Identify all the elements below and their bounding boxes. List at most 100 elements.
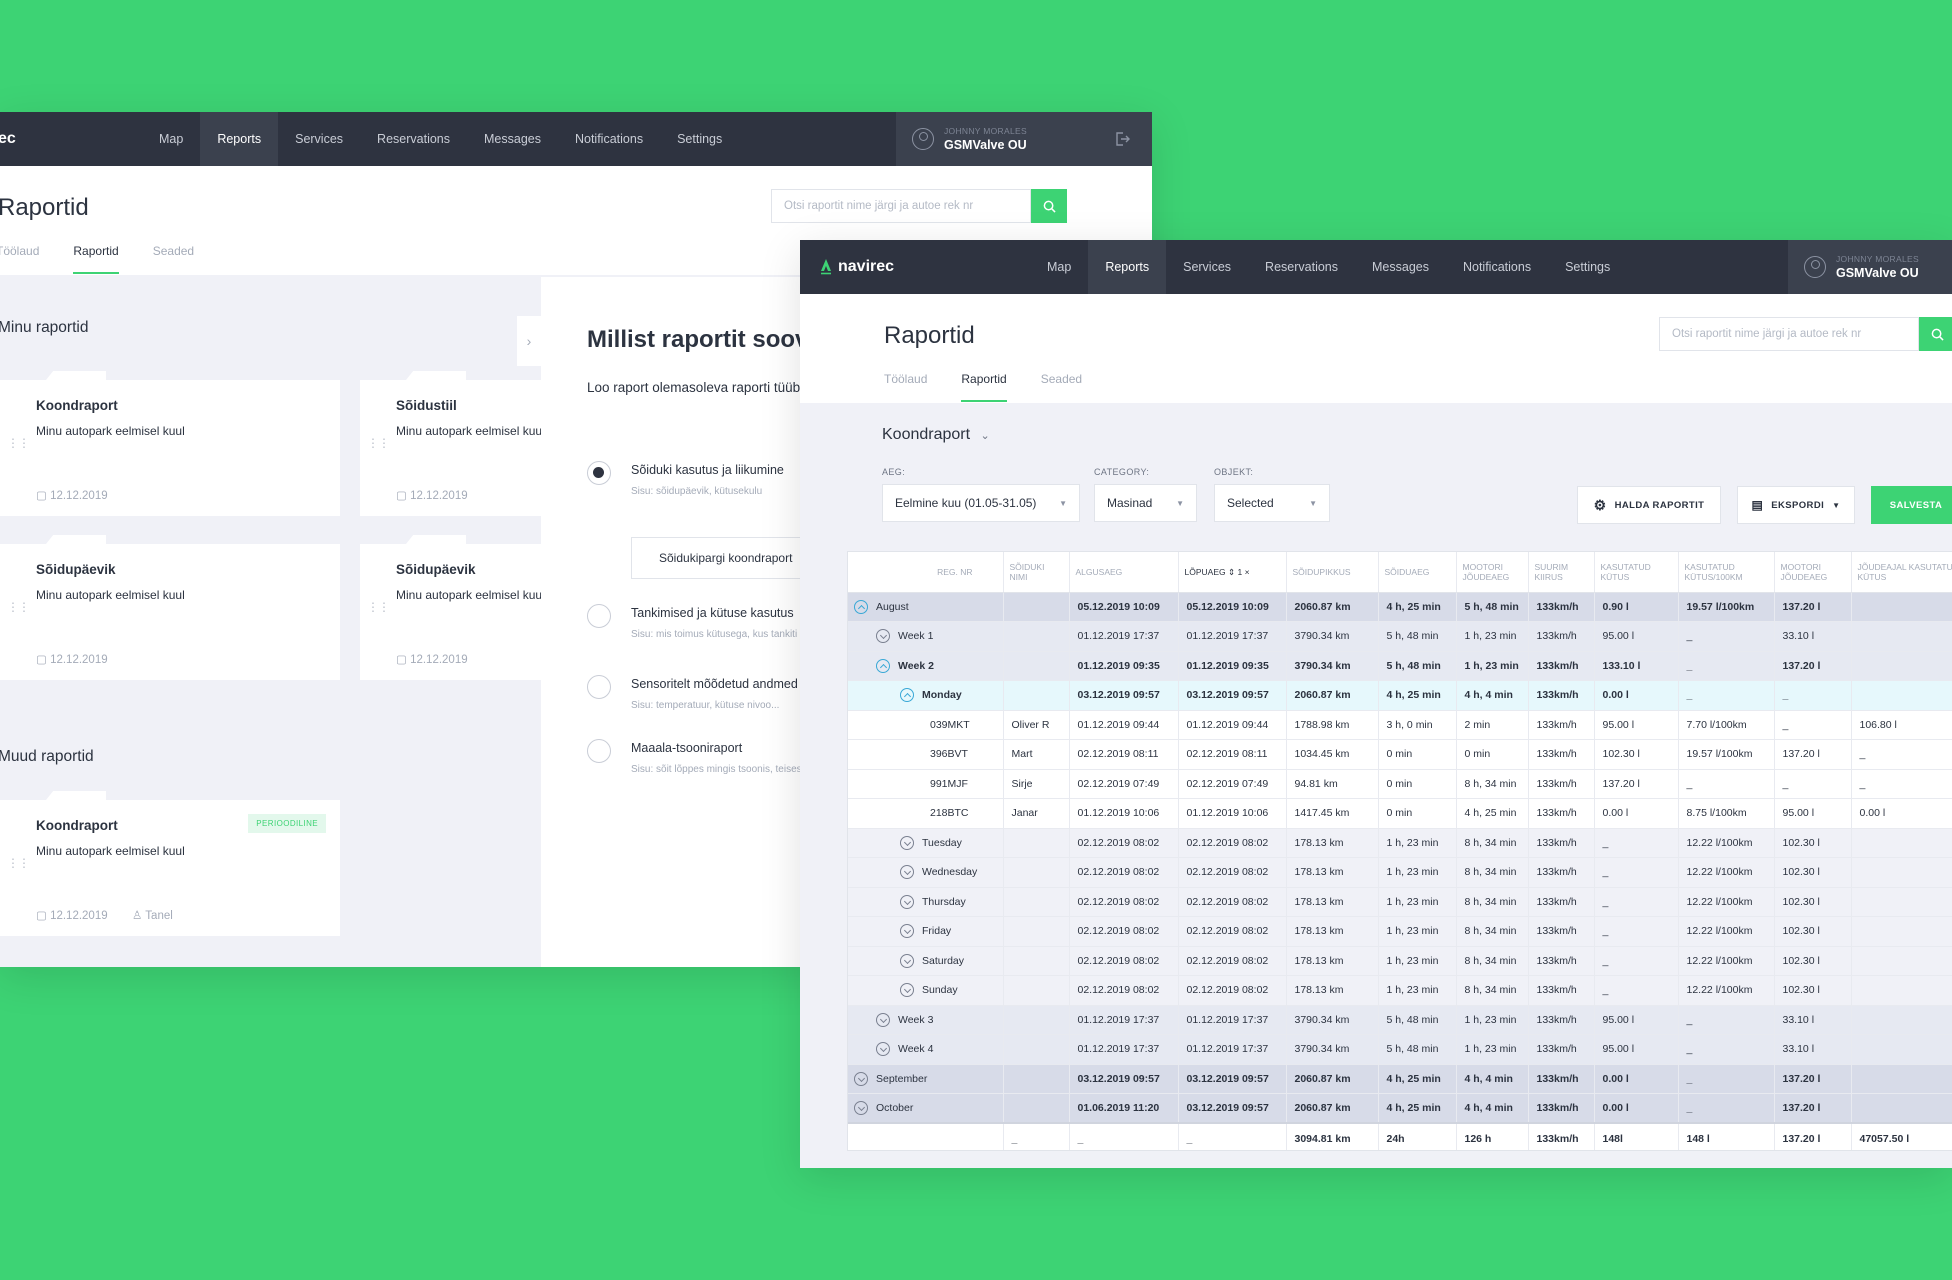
group-row[interactable]: Thursday 02.12.2019 08:02 02.12.2019 08:02… [848, 887, 1952, 917]
objekt-select[interactable]: Selected ▼ [1214, 484, 1330, 522]
nav-settings[interactable]: Settings [1548, 240, 1627, 294]
tab-toolaud[interactable]: Töölaud [884, 372, 927, 400]
drag-handle-icon[interactable]: ⋮⋮ [367, 436, 390, 450]
table-cell [1003, 857, 1070, 888]
radio-unchecked[interactable] [587, 675, 611, 699]
col-idle-time-2[interactable]: MOOTORI JÕUDEAEG [1774, 552, 1852, 593]
expand-toggle-icon[interactable] [854, 1101, 868, 1115]
drag-handle-icon[interactable]: ⋮⋮ [7, 436, 30, 450]
nav-reports[interactable]: Reports [200, 112, 279, 166]
expand-toggle-icon[interactable] [876, 1042, 890, 1057]
group-row[interactable]: Week 1 01.12.2019 17:37 01.12.2019 17:37 37… [848, 621, 1952, 652]
group-row[interactable]: September 03.12.2019 09:57 03.12.2019 09:5… [848, 1064, 1952, 1094]
user-menu[interactable]: JOHNNY MORALES GSMValve OU [896, 112, 1092, 166]
collapse-toggle-icon[interactable] [900, 688, 914, 703]
nav-notifications[interactable]: Notifications [1446, 240, 1548, 294]
drag-handle-icon[interactable]: ⋮⋮ [7, 600, 30, 614]
user-menu[interactable]: JOHNNY MORALES GSMValve OU [1788, 240, 1952, 294]
group-row[interactable]: Saturday 02.12.2019 08:02 02.12.2019 08:02… [848, 946, 1952, 976]
col-idle-fuel[interactable]: JÕUDEAJAL KASUTATUD KÜTUS [1851, 552, 1952, 593]
tab-seaded[interactable]: Seaded [1041, 372, 1082, 400]
table-cell: 133km/h [1528, 592, 1595, 622]
nav-messages[interactable]: Messages [467, 112, 558, 166]
col-drive-time[interactable]: SÕIDUAEG [1378, 552, 1457, 593]
search-input[interactable] [771, 189, 1031, 223]
expand-toggle-icon[interactable] [854, 1071, 868, 1086]
col-reg-nr[interactable]: REG. NR [848, 552, 1004, 593]
tab-raportid[interactable]: Raportid [961, 372, 1008, 402]
group-row[interactable]: Week 2 01.12.2019 09:35 01.12.2019 09:35 37… [848, 651, 1952, 681]
collapse-toggle-icon[interactable] [854, 599, 868, 614]
col-end-time[interactable]: LÕPUAEG ⇕ 1 × [1178, 552, 1287, 593]
nav-reservations[interactable]: Reservations [1248, 240, 1355, 294]
table-cell: 102.30 l [1774, 946, 1852, 976]
category-select[interactable]: Masinad ▼ [1094, 484, 1197, 522]
sub-report-button[interactable]: Sõidukipargi koondraport [631, 537, 811, 579]
tab-raportid[interactable]: Raportid [73, 244, 120, 274]
expand-toggle-icon[interactable] [900, 894, 914, 909]
nav-settings[interactable]: Settings [660, 112, 739, 166]
card-date: ▢ 12.12.2019 [396, 654, 468, 666]
collapse-toggle-icon[interactable] [876, 658, 890, 673]
group-row[interactable]: Friday 02.12.2019 08:02 02.12.2019 08:02 17… [848, 916, 1952, 947]
group-row[interactable]: August 05.12.2019 10:09 05.12.2019 10:09 20… [848, 592, 1952, 622]
group-row[interactable]: Sunday 02.12.2019 08:02 02.12.2019 08:02 17… [848, 975, 1952, 1006]
expand-toggle-icon[interactable] [900, 865, 914, 880]
expand-toggle-icon[interactable] [876, 629, 890, 644]
aeg-select[interactable]: Eelmine kuu (01.05-31.05) ▼ [882, 484, 1080, 522]
group-row[interactable]: October 01.06.2019 11:20 03.12.2019 09:57 2… [848, 1093, 1952, 1124]
nav-reservations[interactable]: Reservations [360, 112, 467, 166]
table-cell: 02.12.2019 08:02 [1178, 887, 1287, 917]
radio-checked[interactable] [587, 461, 611, 485]
col-distance[interactable]: SÕIDUPIKKUS [1286, 552, 1379, 593]
drag-handle-icon[interactable]: ⋮⋮ [7, 856, 30, 870]
expand-toggle-icon[interactable] [900, 924, 914, 939]
expand-toggle-icon[interactable] [900, 983, 914, 998]
tab-toolaud[interactable]: Töölaud [0, 244, 39, 272]
export-button[interactable]: ▤ EKSPORDI ▼ [1737, 486, 1855, 524]
expand-toggle-icon[interactable] [876, 1012, 890, 1027]
group-row[interactable]: Monday 03.12.2019 09:57 03.12.2019 09:57 20… [848, 680, 1952, 711]
nav-services[interactable]: Services [278, 112, 360, 166]
report-card[interactable]: ⋮⋮ Sõidupäevik Minu autopark eelmisel ku… [0, 544, 340, 680]
group-row[interactable]: Wednesday 02.12.2019 08:02 02.12.2019 08:0… [848, 857, 1952, 888]
group-row[interactable]: Week 3 01.12.2019 17:37 01.12.2019 17:37 37… [848, 1005, 1952, 1035]
expand-toggle-icon[interactable] [900, 953, 914, 968]
expand-toggle-icon[interactable] [900, 835, 914, 850]
table-cell: 33.10 l [1774, 1034, 1852, 1065]
sub-tabs: Töölaud Raportid Seaded [0, 244, 228, 274]
nav-map[interactable]: Map [142, 112, 200, 166]
col-fuel-used[interactable]: KASUTATUD KÜTUS [1594, 552, 1679, 593]
table-cell: 8 h, 34 min [1456, 887, 1529, 917]
report-card[interactable]: ⋮⋮ Koondraport PERIOODILINE Minu autopar… [0, 800, 340, 936]
nav-services[interactable]: Services [1166, 240, 1248, 294]
radio-unchecked[interactable] [587, 604, 611, 628]
table-cell: 8 h, 34 min [1456, 916, 1529, 947]
report-card[interactable]: ⋮⋮ Koondraport Minu autopark eelmisel ku… [0, 380, 340, 516]
card-desc: Minu autopark eelmisel kuul [36, 844, 185, 858]
table-cell: 5 h, 48 min [1378, 621, 1457, 652]
search-button[interactable] [1031, 189, 1067, 223]
radio-unchecked[interactable] [587, 739, 611, 763]
chevron-right-icon[interactable]: › [517, 316, 541, 366]
logout-icon[interactable] [1092, 112, 1152, 166]
col-start-time[interactable]: ALGUSAEG [1069, 552, 1179, 593]
group-row[interactable]: Week 4 01.12.2019 17:37 01.12.2019 17:37 37… [848, 1034, 1952, 1065]
group-row[interactable]: Tuesday 02.12.2019 08:02 02.12.2019 08:02 1… [848, 828, 1952, 858]
search-button[interactable] [1919, 317, 1952, 351]
drag-handle-icon[interactable]: ⋮⋮ [367, 600, 390, 614]
tab-seaded[interactable]: Seaded [153, 244, 194, 272]
nav-messages[interactable]: Messages [1355, 240, 1446, 294]
col-vehicle-name[interactable]: SÕIDUKI NIMI [1003, 552, 1070, 593]
nav-notifications[interactable]: Notifications [558, 112, 660, 166]
col-fuel-per-100km[interactable]: KASUTATUD KÜTUS/100KM [1678, 552, 1775, 593]
manage-report-button[interactable]: ⚙ HALDA RAPORTIT [1577, 486, 1721, 524]
col-idle-time[interactable]: MOOTORI JÕUDEAEG [1456, 552, 1529, 593]
report-selector[interactable]: Koondraport ⌄ [882, 426, 990, 444]
col-max-speed[interactable]: SUURIM KIIRUS [1528, 552, 1595, 593]
search-input[interactable] [1659, 317, 1919, 351]
table-cell: _ [1851, 739, 1952, 770]
save-button[interactable]: SALVESTA [1871, 486, 1952, 524]
nav-map[interactable]: Map [1030, 240, 1088, 294]
nav-reports[interactable]: Reports [1088, 240, 1167, 294]
